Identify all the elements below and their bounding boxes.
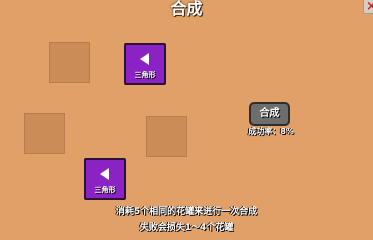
empty-slot-middle-left[interactable] <box>24 113 65 154</box>
empty-slot-middle-right[interactable] <box>146 116 187 157</box>
empty-slot-top-left[interactable] <box>49 42 90 83</box>
flowerpot-card-bottom[interactable]: 三角形 <box>84 158 126 200</box>
success-rate-text: 成功率：8% <box>248 127 294 136</box>
combine-button[interactable]: 合成 <box>249 102 290 126</box>
card-label: 三角形 <box>134 71 156 79</box>
page-title: 合成 <box>170 0 203 18</box>
close-button[interactable]: × <box>363 0 373 14</box>
triangle-left-icon <box>140 53 149 65</box>
flowerpot-card-top[interactable]: 三角形 <box>124 43 166 85</box>
triangle-left-icon <box>100 168 109 180</box>
instruction-line-1: 消耗5个相同的花罐来进行一次合成 <box>115 207 258 217</box>
card-label: 三角形 <box>94 186 116 194</box>
instruction-line-2: 失败会损失1～4个花罐 <box>139 223 234 233</box>
